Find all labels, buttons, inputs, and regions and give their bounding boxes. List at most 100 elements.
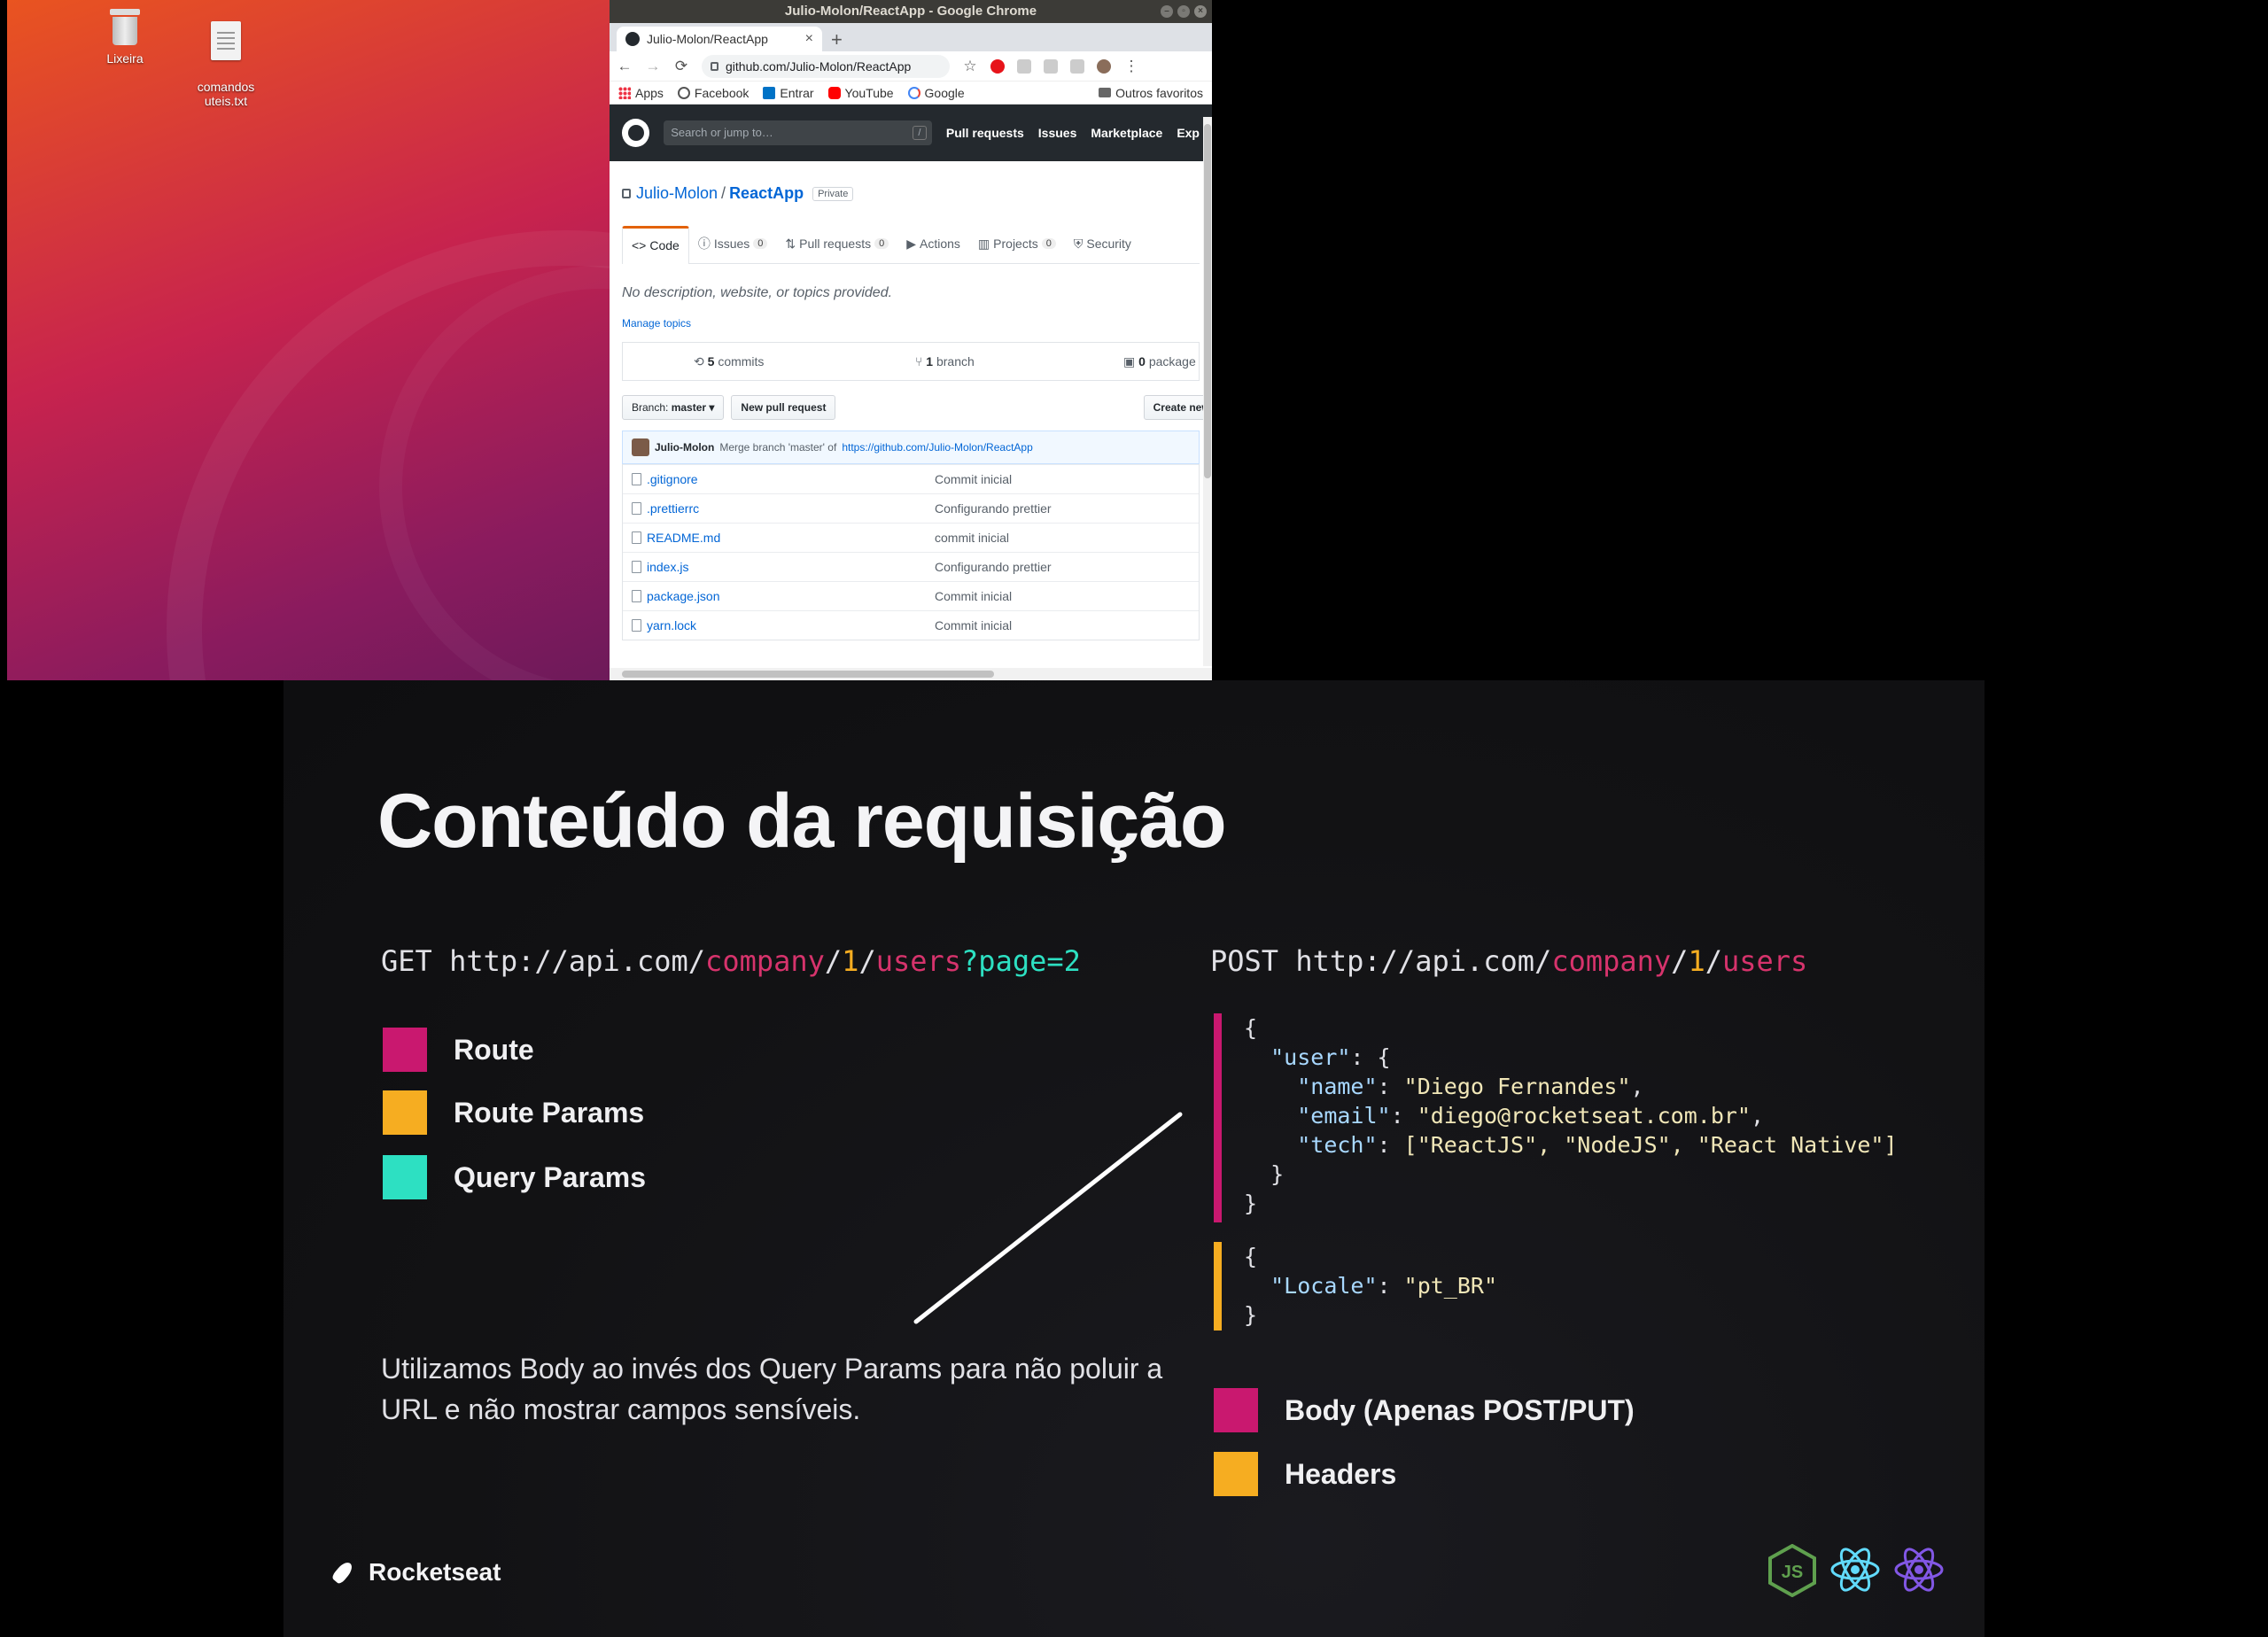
tab-title: Julio-Molon/ReactApp bbox=[647, 32, 768, 46]
desktop-icon-trash[interactable]: Lixeira bbox=[76, 7, 174, 66]
tab-pull-requests[interactable]: ⇅ Pull requests 0 bbox=[776, 226, 897, 263]
trash-icon bbox=[110, 7, 140, 46]
bookmark-star-icon[interactable]: ☆ bbox=[962, 58, 978, 75]
file-row: README.md commit inicial bbox=[623, 523, 1199, 552]
file-commit-message[interactable]: Configurando prettier bbox=[935, 560, 1052, 574]
scrollbar-thumb[interactable] bbox=[1204, 124, 1211, 478]
opera-extension-icon[interactable] bbox=[990, 58, 1005, 74]
tab-actions[interactable]: ▶ Actions bbox=[897, 226, 969, 263]
browser-tab[interactable]: Julio-Molon/ReactApp × bbox=[617, 27, 822, 51]
github-logo-icon[interactable] bbox=[622, 119, 650, 147]
repo-stats-bar: ⟲ 5 commits ⑂ 1 branch ▣ 0 package bbox=[622, 342, 1200, 381]
address-bar[interactable]: github.com/Julio-Molon/ReactApp bbox=[702, 54, 950, 78]
file-commit-message[interactable]: Configurando prettier bbox=[935, 501, 1052, 516]
tab-counter: 0 bbox=[874, 238, 889, 249]
pull-request-icon: ⇅ bbox=[785, 236, 796, 251]
window-titlebar[interactable]: Julio-Molon/ReactApp - Google Chrome – ▫… bbox=[610, 0, 1212, 23]
legend-headers: Headers bbox=[1214, 1452, 1396, 1496]
tab-code[interactable]: <> Code bbox=[622, 226, 689, 264]
forward-button[interactable]: → bbox=[645, 58, 661, 75]
profile-avatar[interactable] bbox=[1097, 58, 1111, 74]
outlook-icon bbox=[763, 86, 776, 99]
nav-pull-requests[interactable]: Pull requests bbox=[946, 126, 1024, 140]
branch-select-button[interactable]: Branch: master ▾ bbox=[622, 395, 725, 420]
file-commit-message[interactable]: Commit inicial bbox=[935, 472, 1012, 486]
code-icon: <> bbox=[632, 238, 647, 252]
branches-link[interactable]: ⑂ 1 branch bbox=[915, 354, 975, 369]
repo-name-link[interactable]: ReactApp bbox=[729, 184, 804, 203]
nav-issues[interactable]: Issues bbox=[1038, 126, 1077, 140]
nodejs-icon: JS bbox=[1768, 1544, 1816, 1597]
packages-link[interactable]: ▣ 0 package bbox=[1123, 354, 1196, 369]
bookmark-other-folder[interactable]: Outros favoritos bbox=[1099, 86, 1203, 100]
file-commit-message[interactable]: Commit inicial bbox=[935, 618, 1012, 632]
tab-issues[interactable]: ⓘ Issues 0 bbox=[689, 226, 777, 263]
file-name-link[interactable]: .prettierrc bbox=[647, 501, 699, 516]
tab-projects[interactable]: ▥ Projects 0 bbox=[969, 226, 1065, 263]
file-name-link[interactable]: package.json bbox=[647, 589, 720, 603]
google-icon bbox=[907, 86, 920, 99]
minimize-button[interactable]: – bbox=[1161, 5, 1173, 18]
vertical-scrollbar[interactable] bbox=[1203, 117, 1212, 666]
file-icon bbox=[632, 531, 641, 544]
playlist-extension-icon[interactable] bbox=[1070, 58, 1084, 74]
svg-text:JS: JS bbox=[1782, 1563, 1803, 1582]
commit-author[interactable]: Julio-Molon bbox=[655, 441, 714, 454]
issue-icon: ⓘ bbox=[697, 237, 711, 251]
reload-button[interactable]: ⟳ bbox=[673, 58, 689, 75]
headers-code-block: { "Locale": "pt_BR" } bbox=[1244, 1244, 1497, 1328]
scrollbar-thumb[interactable] bbox=[622, 671, 994, 678]
file-commit-message[interactable]: Commit inicial bbox=[935, 589, 1012, 603]
file-name-link[interactable]: yarn.lock bbox=[647, 618, 696, 632]
bookmark-youtube[interactable]: YouTube bbox=[827, 86, 894, 100]
new-tab-button[interactable]: + bbox=[831, 28, 843, 51]
chrome-menu-icon[interactable]: ⋮ bbox=[1123, 58, 1139, 75]
tab-close-icon[interactable]: × bbox=[805, 31, 813, 47]
manage-topics-link[interactable]: Manage topics bbox=[622, 317, 1200, 330]
bookmark-apps[interactable]: Apps bbox=[618, 86, 664, 100]
body-code-bar bbox=[1214, 1013, 1222, 1222]
tab-security[interactable]: ⛨ Security bbox=[1065, 226, 1140, 263]
create-new-file-button[interactable]: Create new f bbox=[1143, 395, 1212, 420]
rocketseat-logo: Rocketseat bbox=[328, 1557, 501, 1587]
close-window-button[interactable]: × bbox=[1194, 5, 1207, 18]
github-search-input[interactable]: Search or jump to… / bbox=[664, 120, 932, 145]
youtube-icon bbox=[827, 86, 841, 99]
desktop-icon-commands-file[interactable]: comandos uteis.txt bbox=[177, 7, 275, 122]
file-name-link[interactable]: index.js bbox=[647, 560, 688, 574]
body-code-block: { "user": { "name": "Diego Fernandes", "… bbox=[1244, 1015, 1898, 1216]
bookmark-facebook[interactable]: Facebook bbox=[677, 86, 749, 100]
folder-icon bbox=[1099, 88, 1112, 97]
extension-icon[interactable] bbox=[1017, 58, 1031, 74]
file-icon bbox=[632, 502, 641, 515]
private-lock-icon bbox=[622, 189, 631, 198]
commit-link[interactable]: https://github.com/Julio-Molon/ReactApp bbox=[842, 441, 1032, 454]
project-icon: ▥ bbox=[977, 236, 990, 251]
file-name-link[interactable]: .gitignore bbox=[647, 472, 698, 486]
file-icon bbox=[632, 473, 641, 485]
presentation-slide: Conteúdo da requisição GET http://api.co… bbox=[284, 680, 1984, 1637]
text-file-icon bbox=[211, 21, 241, 60]
repo-description: No description, website, or topics provi… bbox=[622, 285, 893, 300]
ubuntu-desktop: Lixeira comandos uteis.txt bbox=[7, 0, 610, 680]
avatar[interactable] bbox=[632, 438, 649, 456]
bookmark-entrar[interactable]: Entrar bbox=[763, 86, 814, 100]
file-name-link[interactable]: README.md bbox=[647, 531, 720, 545]
shield-icon: ⛨ bbox=[1073, 236, 1084, 251]
lock-icon bbox=[711, 61, 718, 71]
back-button[interactable]: ← bbox=[617, 58, 633, 75]
commits-link[interactable]: ⟲ 5 commits bbox=[694, 354, 764, 369]
screen: Lixeira comandos uteis.txt Julio-Molon/R… bbox=[0, 0, 2268, 1637]
nav-explore[interactable]: Exp bbox=[1177, 126, 1200, 140]
file-commit-message[interactable]: commit inicial bbox=[935, 531, 1009, 545]
horizontal-scrollbar[interactable] bbox=[610, 668, 1212, 680]
new-pull-request-button[interactable]: New pull request bbox=[731, 395, 836, 420]
legend-swatch bbox=[1214, 1388, 1258, 1432]
tab-counter: 0 bbox=[753, 238, 768, 249]
bookmark-google[interactable]: Google bbox=[907, 86, 965, 100]
github-favicon-icon bbox=[625, 32, 640, 46]
nav-marketplace[interactable]: Marketplace bbox=[1091, 126, 1162, 140]
pocket-extension-icon[interactable] bbox=[1044, 58, 1058, 74]
repo-owner-link[interactable]: Julio-Molon bbox=[636, 184, 718, 203]
maximize-button[interactable]: ▫ bbox=[1177, 5, 1190, 18]
